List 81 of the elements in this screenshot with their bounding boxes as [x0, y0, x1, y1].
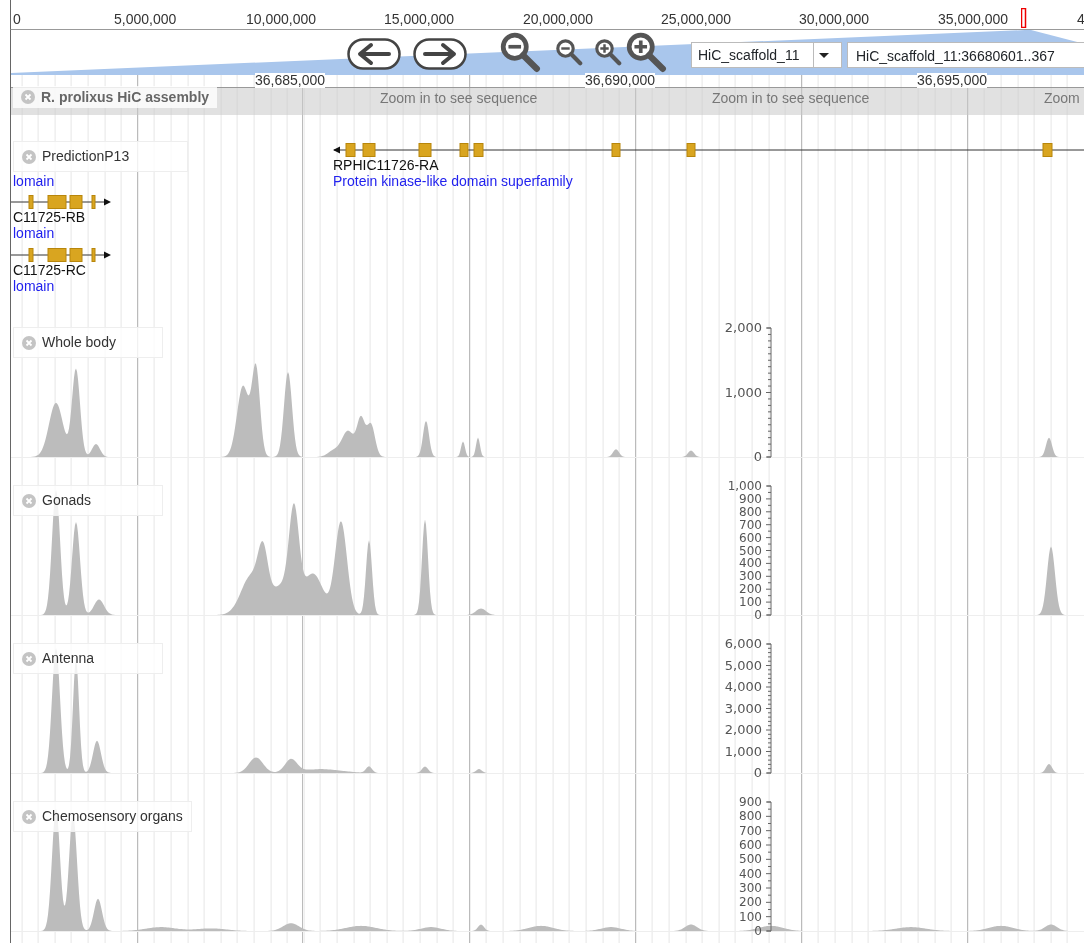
gene-model[interactable]	[11, 248, 111, 262]
track-label: Chemosensory organs	[42, 807, 183, 826]
axis-label: 700	[739, 517, 762, 532]
scale-label: 15,000,000	[384, 10, 455, 29]
axis-label: 200	[739, 582, 762, 597]
gene-model[interactable]	[11, 195, 111, 209]
axis-label: 200	[739, 895, 762, 910]
axis-label: 100	[739, 595, 762, 610]
zoom-out-button[interactable]	[555, 38, 583, 66]
axis-label: 1,000	[724, 384, 762, 400]
gene-model[interactable]	[333, 143, 1084, 157]
track-label: R. prolixus HiC assembly	[41, 87, 210, 107]
axis-label: 500	[739, 852, 762, 867]
axis-label: 4,000	[724, 679, 762, 694]
zoom-out-button[interactable]	[499, 31, 541, 73]
scale-label: 20,000,000	[523, 10, 594, 29]
scale-label: 30,000,000	[799, 10, 870, 29]
location-field[interactable]: HiC_scaffold_11:36680601..367	[847, 42, 1084, 68]
axis-label: 1,000	[727, 480, 762, 493]
track-label: Whole body	[42, 333, 116, 352]
zoom-in-button[interactable]	[625, 31, 667, 73]
track-label: Antenna	[42, 649, 95, 668]
feature-description: Protein kinase-like domain superfamily	[333, 173, 573, 189]
axis-label: 300	[739, 569, 762, 584]
axis-label: 6,000	[724, 638, 762, 651]
zoom-out-icon	[555, 38, 583, 66]
feature-description: lomain	[13, 278, 55, 294]
feature-description: lomain	[13, 173, 55, 189]
close-icon[interactable]	[22, 651, 36, 666]
scale-label: 36,685,000	[255, 73, 326, 88]
sequence-message: Zoom in to see sequence	[712, 89, 870, 108]
axis-label: 900	[739, 796, 762, 809]
pan-left-button[interactable]	[347, 38, 401, 70]
axis-label: 2,000	[724, 322, 762, 335]
axis-label: 600	[739, 530, 762, 545]
feature-description: lomain	[13, 225, 55, 241]
axis-label: 400	[739, 556, 762, 571]
axis-label: 800	[739, 504, 762, 519]
close-icon[interactable]	[22, 809, 36, 824]
axis-label: 3,000	[724, 700, 762, 716]
scale-label: 36,690,000	[585, 73, 656, 88]
axis-label: 5,000	[724, 657, 762, 673]
close-icon[interactable]	[22, 335, 36, 350]
axis-label: 300	[739, 881, 762, 895]
reference-dropdown[interactable]: HiC_scaffold_11	[691, 42, 842, 68]
zoom-in-button[interactable]	[594, 38, 622, 66]
scale-label: 4	[1077, 10, 1084, 29]
axis-label: 0	[754, 608, 762, 622]
close-icon[interactable]	[22, 493, 36, 508]
scale-label: 35,000,000	[938, 10, 1009, 29]
pan-right-button[interactable]	[413, 38, 467, 70]
close-icon[interactable]	[21, 90, 35, 104]
zoom-out-icon	[499, 31, 541, 73]
scale-label: 25,000,000	[661, 10, 732, 29]
close-icon[interactable]	[22, 149, 36, 164]
axis-label: 500	[739, 543, 762, 558]
zoom-in-icon	[594, 38, 622, 66]
position-marker	[1021, 8, 1027, 28]
scale-label: 10,000,000	[246, 10, 317, 29]
feature-name: RPHIC11726-RA	[333, 157, 439, 173]
track-label: PredictionP13	[42, 147, 130, 166]
zoom-in-icon	[625, 31, 667, 73]
axis-label: 0	[753, 765, 762, 780]
scale-label: 5,000,000	[114, 10, 177, 29]
axis-label: 1,000	[724, 743, 762, 759]
scale-label: 0	[13, 10, 21, 29]
track-label: Gonads	[42, 491, 92, 510]
axis-label: 2,000	[724, 722, 762, 737]
axis-label: 600	[739, 838, 762, 852]
axis-label: 100	[739, 909, 762, 924]
axis-label: 700	[739, 823, 762, 838]
sequence-message: Zoom in to see sequence	[380, 89, 538, 108]
axis-label: 0	[754, 924, 762, 938]
feature-name: C11725-RB	[13, 209, 86, 225]
axis-label: 800	[739, 809, 762, 824]
feature-name: C11725-RC	[13, 262, 86, 278]
axis-label: 400	[739, 866, 762, 881]
axis-label: 900	[739, 491, 762, 506]
scale-label: 36,695,000	[917, 73, 988, 88]
sequence-message: Zoom	[1044, 89, 1080, 108]
axis-label: 0	[753, 449, 762, 464]
